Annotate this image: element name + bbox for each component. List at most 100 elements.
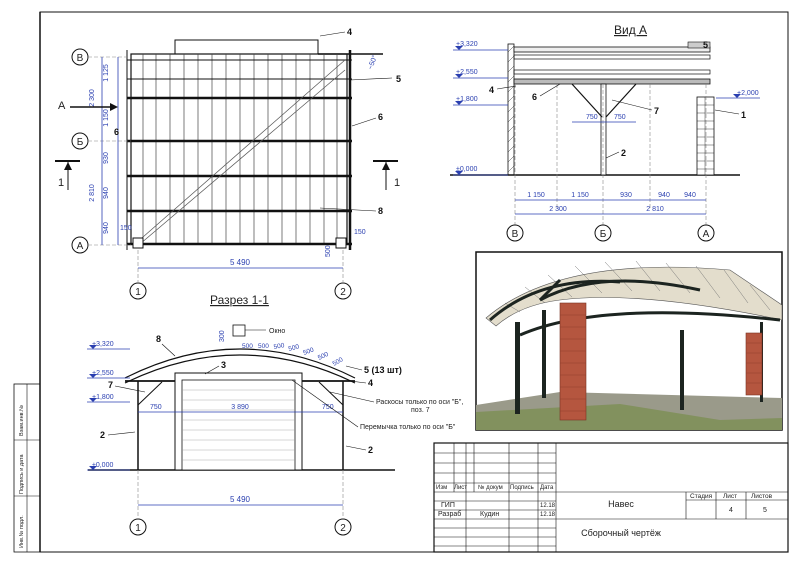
section-marker-1-right: 1 (373, 160, 400, 190)
tb-sheets: 5 (763, 507, 767, 514)
garage-door (181, 379, 296, 471)
note-lintel: Перемычка только по оси "Б" (360, 424, 456, 431)
axis-label: 1 (135, 523, 141, 534)
callout-number: 4 (368, 378, 373, 388)
plan-view: В Б А 1 2 1 125 2 300 1 150 930 2 810 94… (55, 27, 401, 300)
callout-number: 8 (156, 334, 161, 344)
dim-label: 150 (120, 225, 132, 232)
dim-label: 500 (242, 343, 253, 350)
dim-label: 5 490 (230, 495, 251, 504)
stamp-field: Взам.инв.№ (19, 405, 25, 436)
plan-beams (127, 96, 352, 246)
dim-label: 150 (354, 229, 366, 236)
dim-label: 940 (684, 192, 696, 199)
section-mark-label: 1 (58, 177, 64, 189)
view-a-axis-lines (514, 84, 707, 225)
callout-number: 5 (703, 40, 708, 50)
dim-label: 500 (288, 343, 301, 353)
section-mark-label: А (58, 100, 66, 112)
roof-sheet (513, 46, 711, 53)
callout-number: 1 (741, 110, 746, 120)
plan-grid-axes: В Б А 1 2 (71, 48, 352, 300)
callout-number: 7 (654, 106, 659, 116)
dim-label: 1 150 (571, 192, 589, 199)
level-mark: ±0,000 (92, 462, 113, 469)
dim-label: 500 (317, 351, 330, 362)
view-a-title: Вид А (614, 23, 647, 37)
dim-label: 1 150 (527, 192, 545, 199)
view-a-bottom-dims: 1 150 1 150 930 940 940 2 300 2 810 (515, 192, 706, 215)
axis-label: В (77, 53, 84, 64)
brace (137, 381, 163, 406)
tb-name: Кудин (480, 511, 499, 518)
level-mark: +2,550 (456, 69, 478, 76)
dim-label: 2 300 (89, 89, 96, 107)
tb-header: Изм (436, 485, 447, 491)
section-levels: +3,320 +2,550 +1,800 ±0,000 (87, 341, 130, 471)
section-title: Разрез 1-1 (210, 293, 269, 307)
wall-left (507, 43, 515, 176)
axis-label: А (703, 229, 710, 240)
axis-label: В (512, 229, 519, 240)
plan-purlins (127, 59, 352, 80)
title-block: Изм Лист № докум Подпись Дата ГИП 12.18 … (433, 442, 789, 553)
level-mark: ±0,000 (456, 166, 477, 173)
roof-purlin (513, 54, 711, 60)
tb-role: Разраб (438, 510, 461, 518)
axis-label: 1 (135, 287, 141, 298)
callout-number: 6 (378, 112, 383, 122)
note-braces: Раскосы только по оси "Б", (376, 399, 463, 406)
dim-label: 2 810 (646, 206, 664, 213)
plan-ridge-part (174, 39, 319, 54)
callout-number: 3 (221, 360, 226, 370)
dim-label: 750 (614, 114, 626, 121)
window-symbol (232, 324, 246, 337)
dim-label: 940 (103, 222, 110, 234)
tb-project: Навес (608, 499, 634, 509)
level-mark: +1,800 (456, 96, 478, 103)
callout-5-count: 5 (13 шт) (364, 365, 402, 375)
dim-label: 940 (658, 192, 670, 199)
section-1-1: Разрез 1-1 +3,320 +2,550 +1,800 ±0,000 О… (87, 293, 463, 536)
axis-label: 2 (340, 523, 346, 534)
dim-label: 500 (302, 346, 315, 356)
render-brick-column (745, 332, 763, 396)
section-mark-label: 1 (394, 177, 400, 189)
axis-label: Б (600, 229, 607, 240)
dim-label: 1 150 (103, 109, 110, 127)
callout-number: 2 (368, 445, 373, 455)
callout-number: 6 (114, 127, 119, 137)
callout-number: 4 (347, 27, 352, 37)
drawing-sheet: В Б А 1 2 1 125 2 300 1 150 930 2 810 94… (13, 11, 789, 553)
brace (605, 83, 637, 118)
callout-number: 2 (621, 148, 626, 158)
plan-roof-outline (130, 53, 348, 245)
dim-label: 500 (325, 245, 332, 257)
dim-label: 500 (332, 356, 345, 368)
level-mark: +2,000 (737, 90, 759, 97)
tb-header: Дата (540, 485, 554, 491)
dim-label: 750 (586, 114, 598, 121)
section-notes: Раскосы только по оси "Б", поз. 7 Перемы… (291, 379, 463, 431)
dim-label: ~50° (366, 54, 379, 71)
axis-label: А (77, 241, 84, 252)
dim-label: 1 125 (103, 64, 110, 82)
callout-number: 4 (489, 85, 494, 95)
dim-label: 750 (322, 404, 334, 411)
level-mark: +2,550 (92, 370, 114, 377)
tb-header: Подпись (510, 485, 534, 491)
tb-header: № докум (478, 484, 503, 491)
dim-label: 2 810 (89, 184, 96, 202)
render-brick-column (559, 302, 587, 421)
tb-role: ГИП (441, 502, 455, 509)
dim-label: 3 890 (231, 404, 249, 411)
level-mark: +1,800 (92, 394, 114, 401)
center-post (600, 83, 607, 176)
dim-label: 500 (258, 343, 269, 350)
brick-pillar (696, 96, 715, 176)
wall-hatch (507, 45, 515, 173)
tb-sheet-title: Сборочный чертёж (581, 528, 661, 538)
tb-date: 12.18 (540, 512, 556, 518)
plan-bottom-dimension: 5 490 (138, 258, 343, 269)
callout-number: 5 (396, 74, 401, 84)
